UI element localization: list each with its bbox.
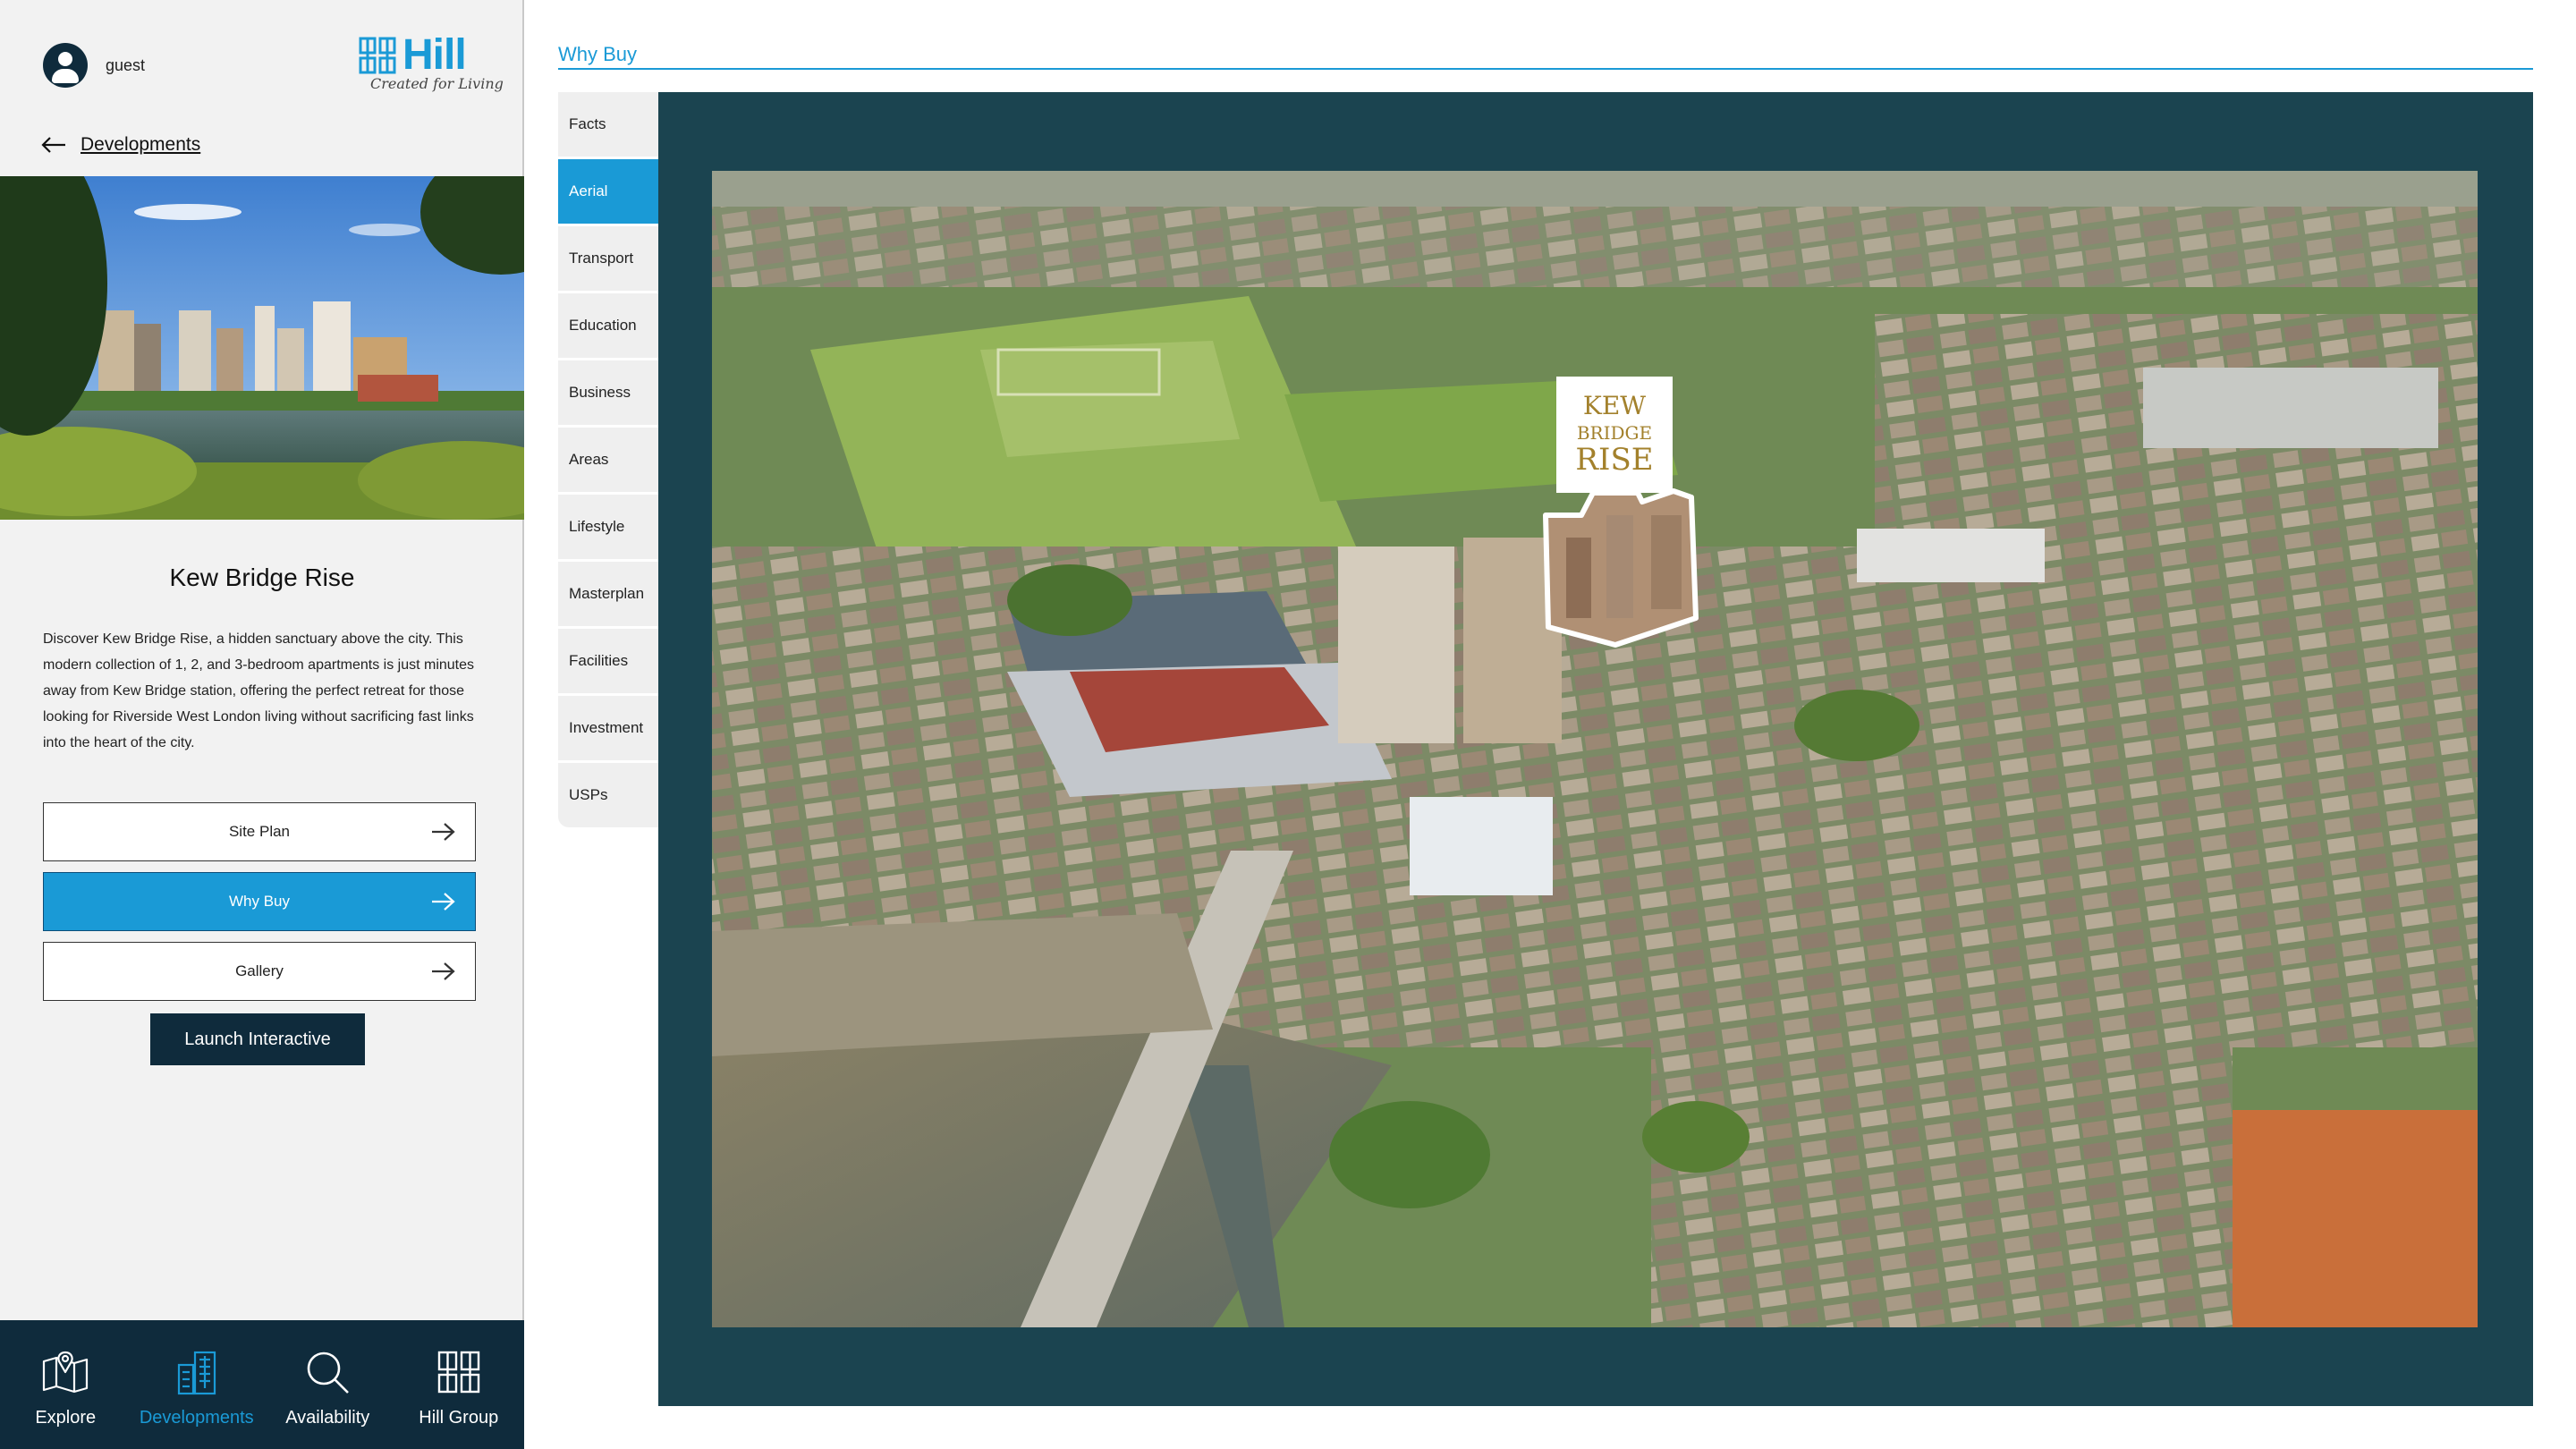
nav-hill-group[interactable]: Hill Group — [394, 1320, 525, 1449]
sidebar: guest Hill Created for Living Developmen… — [0, 0, 524, 1449]
hill-logo-icon — [359, 37, 396, 74]
tab-facts[interactable]: Facts — [558, 92, 658, 157]
nav-hill-group-label: Hill Group — [419, 1408, 499, 1428]
why-buy-button[interactable]: Why Buy — [43, 872, 476, 931]
development-hero-image — [0, 176, 524, 520]
gallery-button-label: Gallery — [235, 962, 284, 979]
arrow-right-icon — [432, 823, 455, 841]
aerial-panel: KEW BRIDGE RISE — [658, 92, 2533, 1406]
back-link-label: Developments — [80, 134, 201, 155]
aerial-badge-line2: BRIDGE — [1577, 422, 1652, 444]
arrow-left-icon — [41, 137, 65, 153]
nav-developments[interactable]: Developments — [131, 1320, 263, 1449]
hill-logo-icon — [437, 1351, 479, 1394]
back-to-developments-link[interactable]: Developments — [41, 134, 200, 156]
tab-education[interactable]: Education — [558, 293, 658, 358]
development-title: Kew Bridge Rise — [169, 564, 355, 591]
tab-masterplan[interactable]: Masterplan — [558, 562, 658, 626]
aerial-photo: KEW BRIDGE RISE — [712, 171, 2478, 1327]
hill-logo: Hill Created for Living — [358, 30, 504, 98]
tab-investment[interactable]: Investment — [558, 696, 658, 760]
site-plan-button-label: Site Plan — [228, 823, 291, 840]
tab-facilities[interactable]: Facilities — [558, 629, 658, 693]
nav-availability[interactable]: Availability — [262, 1320, 394, 1449]
why-buy-tabs: Facts Aerial Transport Education Busines… — [558, 92, 658, 830]
user-name: guest — [106, 55, 146, 74]
arrow-right-icon — [432, 893, 455, 911]
buildings-icon — [177, 1351, 216, 1395]
tab-areas[interactable]: Areas — [558, 428, 658, 492]
aerial-badge-line3: RISE — [1575, 442, 1653, 478]
launch-interactive-label: Launch Interactive — [184, 1029, 331, 1049]
development-description: Discover Kew Bridge Rise, a hidden sanct… — [43, 631, 475, 750]
tab-business[interactable]: Business — [558, 360, 658, 425]
tab-transport[interactable]: Transport — [558, 226, 658, 291]
breadcrumb[interactable]: Why Buy — [558, 43, 637, 66]
arrow-right-icon — [432, 962, 455, 980]
nav-explore[interactable]: Explore — [0, 1320, 131, 1449]
gallery-button[interactable]: Gallery — [43, 942, 476, 1001]
breadcrumb-divider — [558, 68, 2533, 70]
aerial-badge-line1: KEW — [1583, 391, 1646, 420]
avatar — [43, 43, 88, 88]
logo-wordmark: Hill — [402, 31, 467, 79]
search-icon — [307, 1352, 350, 1394]
tab-lifestyle[interactable]: Lifestyle — [558, 495, 658, 559]
nav-developments-label: Developments — [139, 1408, 254, 1428]
why-buy-button-label: Why Buy — [228, 893, 291, 910]
logo-tagline: Created for Living — [370, 75, 504, 92]
tab-aerial[interactable]: Aerial — [558, 159, 658, 224]
launch-interactive-button[interactable]: Launch Interactive — [150, 1013, 365, 1065]
user-profile[interactable]: guest — [43, 43, 145, 88]
map-icon — [43, 1351, 89, 1394]
nav-explore-label: Explore — [35, 1408, 97, 1428]
bottom-navigation: Explore Developments Availability Hill G… — [0, 1320, 524, 1449]
tab-usps[interactable]: USPs — [558, 763, 658, 827]
site-plan-button[interactable]: Site Plan — [43, 802, 476, 861]
nav-availability-label: Availability — [285, 1408, 370, 1428]
